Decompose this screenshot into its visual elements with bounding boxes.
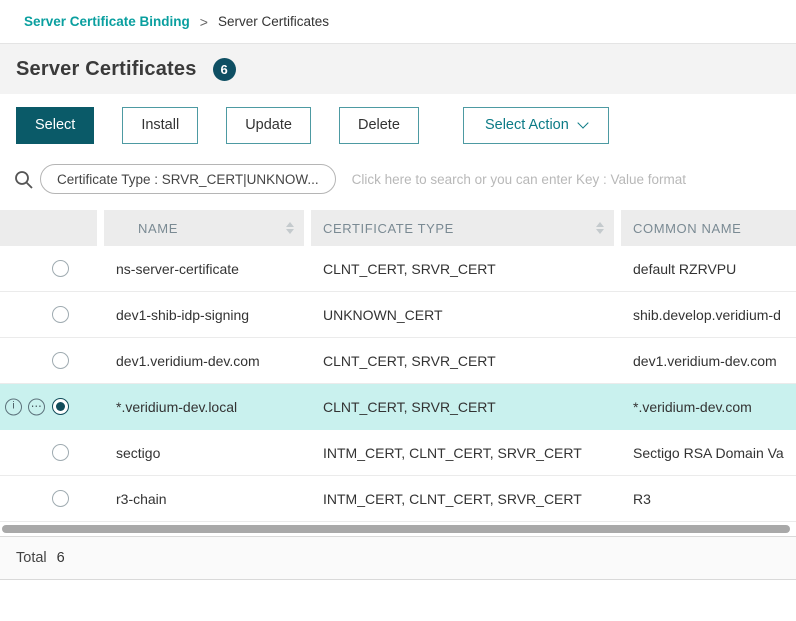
cell-certificate-type: UNKNOWN_CERT: [311, 292, 614, 337]
row-select-cell: [0, 430, 97, 475]
cell-name: *.veridium-dev.local: [104, 384, 304, 429]
row-radio[interactable]: [52, 352, 69, 369]
row-radio[interactable]: [52, 490, 69, 507]
table-row[interactable]: r3-chain INTM_CERT, CLNT_CERT, SRVR_CERT…: [0, 476, 796, 522]
count-badge: 6: [213, 58, 236, 81]
cell-common-name: default RZRVPU: [621, 246, 796, 291]
breadcrumb-current: Server Certificates: [218, 14, 329, 29]
footer: Total 6: [0, 536, 796, 580]
header-certificate-type-label: CERTIFICATE TYPE: [323, 221, 454, 236]
row-select-cell: [0, 246, 97, 291]
breadcrumb-separator-icon: >: [200, 14, 208, 30]
total-value: 6: [57, 550, 65, 566]
cell-certificate-type: CLNT_CERT, SRVR_CERT: [311, 384, 614, 429]
sort-name-icon[interactable]: [286, 222, 294, 234]
cell-certificate-type: INTM_CERT, CLNT_CERT, SRVR_CERT: [311, 430, 614, 475]
page-title: Server Certificates: [16, 58, 197, 81]
filter-chip-certificate-type[interactable]: Certificate Type : SRVR_CERT|UNKNOW...: [40, 164, 336, 194]
select-action-dropdown[interactable]: Select Action: [463, 107, 609, 144]
cell-certificate-type: CLNT_CERT, SRVR_CERT: [311, 338, 614, 383]
header-name[interactable]: NAME: [104, 210, 304, 246]
table-row[interactable]: i ⋯ *.veridium-dev.local CLNT_CERT, SRVR…: [0, 384, 796, 430]
sort-certificate-type-icon[interactable]: [596, 222, 604, 234]
table-row[interactable]: dev1-shib-idp-signing UNKNOWN_CERT shib.…: [0, 292, 796, 338]
select-button[interactable]: Select: [16, 107, 94, 144]
horizontal-scrollbar-thumb[interactable]: [2, 525, 790, 533]
cell-name: ns-server-certificate: [104, 246, 304, 291]
row-radio[interactable]: [52, 444, 69, 461]
header-certificate-type[interactable]: CERTIFICATE TYPE: [311, 210, 614, 246]
header-name-label: NAME: [138, 221, 178, 236]
title-strip: Server Certificates 6: [0, 44, 796, 94]
row-select-cell: i ⋯: [0, 384, 97, 429]
header-select-column: [0, 210, 97, 246]
breadcrumb: Server Certificate Binding > Server Cert…: [0, 0, 796, 44]
table-body: ns-server-certificate CLNT_CERT, SRVR_CE…: [0, 246, 796, 522]
cell-common-name: shib.develop.veridium-d: [621, 292, 796, 337]
horizontal-scrollbar[interactable]: [0, 522, 796, 536]
toolbar: Select Install Update Delete Select Acti…: [0, 94, 796, 156]
header-common-name[interactable]: COMMON NAME: [621, 210, 796, 246]
search-input[interactable]: Click here to search or you can enter Ke…: [352, 172, 786, 187]
cell-common-name: R3: [621, 476, 796, 521]
row-select-cell: [0, 476, 97, 521]
cell-name: sectigo: [104, 430, 304, 475]
cell-name: r3-chain: [104, 476, 304, 521]
table-row[interactable]: sectigo INTM_CERT, CLNT_CERT, SRVR_CERT …: [0, 430, 796, 476]
select-action-label: Select Action: [485, 117, 569, 133]
total-label: Total: [16, 550, 47, 566]
search-bar: Certificate Type : SRVR_CERT|UNKNOW... C…: [0, 156, 796, 202]
cell-certificate-type: INTM_CERT, CLNT_CERT, SRVR_CERT: [311, 476, 614, 521]
info-icon[interactable]: i: [5, 398, 22, 415]
chevron-down-icon: [577, 117, 588, 128]
row-radio[interactable]: [52, 306, 69, 323]
row-action-icons: i ⋯: [5, 398, 45, 415]
more-options-icon[interactable]: ⋯: [28, 398, 45, 415]
cell-name: dev1.veridium-dev.com: [104, 338, 304, 383]
header-common-name-label: COMMON NAME: [633, 221, 741, 236]
cell-common-name: *.veridium-dev.com: [621, 384, 796, 429]
install-button[interactable]: Install: [122, 107, 198, 144]
row-select-cell: [0, 338, 97, 383]
table-row[interactable]: ns-server-certificate CLNT_CERT, SRVR_CE…: [0, 246, 796, 292]
cell-name: dev1-shib-idp-signing: [104, 292, 304, 337]
cell-certificate-type: CLNT_CERT, SRVR_CERT: [311, 246, 614, 291]
row-select-cell: [0, 292, 97, 337]
search-icon: [10, 169, 36, 190]
row-radio[interactable]: [52, 260, 69, 277]
breadcrumb-parent-link[interactable]: Server Certificate Binding: [24, 14, 190, 29]
cell-common-name: Sectigo RSA Domain Va: [621, 430, 796, 475]
table-row[interactable]: dev1.veridium-dev.com CLNT_CERT, SRVR_CE…: [0, 338, 796, 384]
update-button[interactable]: Update: [226, 107, 311, 144]
delete-button[interactable]: Delete: [339, 107, 419, 144]
row-radio[interactable]: [52, 398, 69, 415]
table-header: NAME CERTIFICATE TYPE COMMON NAME: [0, 210, 796, 246]
cell-common-name: dev1.veridium-dev.com: [621, 338, 796, 383]
